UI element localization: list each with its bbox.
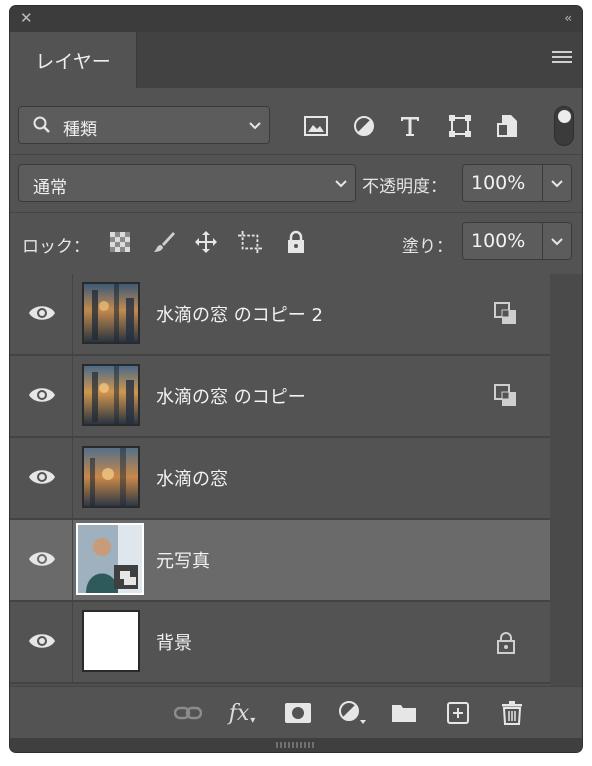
layer-row-selected[interactable]: 元写真: [10, 520, 550, 602]
fill-value[interactable]: 100%: [471, 230, 525, 252]
filter-shape-layers-icon[interactable]: [446, 112, 474, 140]
blend-mode-dropdown[interactable]: 通常: [18, 164, 356, 202]
toggle-knob: [558, 110, 571, 123]
filter-type-label: 種類: [63, 120, 97, 140]
lock-artboard-icon[interactable]: [238, 230, 262, 254]
new-group-folder-icon[interactable]: [390, 701, 418, 725]
layer-name[interactable]: 水滴の窓 のコピー 2: [156, 301, 323, 327]
layer-name[interactable]: 元写真: [156, 547, 210, 573]
close-icon[interactable]: ✕: [20, 9, 33, 27]
filter-type-layers-icon[interactable]: [396, 112, 424, 140]
layer-name[interactable]: 水滴の窓 のコピー: [156, 383, 306, 409]
filter-pixel-layers-icon[interactable]: [302, 112, 330, 140]
panel-menu-icon[interactable]: [552, 51, 572, 67]
lock-icon[interactable]: [494, 630, 518, 654]
layer-thumbnail-rain-window: [82, 446, 140, 508]
layer-thumbnail-rain-window: [82, 364, 140, 426]
add-mask-icon[interactable]: [284, 701, 312, 725]
smart-object-icon: [494, 384, 516, 406]
layer-style-fx-icon[interactable]: fx ▾: [228, 701, 256, 726]
layer-thumbnail-rain-window: [82, 282, 140, 344]
tab-bar: レイヤー: [10, 32, 582, 88]
divider: [10, 212, 582, 213]
delete-trash-icon[interactable]: [498, 701, 526, 725]
eye-visibility-icon[interactable]: [28, 466, 56, 488]
smart-object-icon: [494, 302, 516, 324]
chevron-down-icon: [249, 122, 261, 130]
lock-transparent-pixels-icon[interactable]: [108, 230, 132, 254]
lock-label: ロック：: [22, 237, 90, 257]
opacity-value[interactable]: 100%: [471, 172, 525, 194]
layer-row[interactable]: 背景: [10, 602, 550, 684]
filter-toggle-switch[interactable]: [554, 106, 574, 146]
eye-visibility-icon[interactable]: [28, 302, 56, 324]
opacity-field[interactable]: 100%: [462, 164, 572, 202]
layer-row[interactable]: 水滴の窓 のコピー 2: [10, 274, 550, 356]
filter-smart-objects-icon[interactable]: [494, 112, 522, 140]
fill-field[interactable]: 100%: [462, 222, 572, 260]
eye-visibility-icon[interactable]: [28, 384, 56, 406]
collapse-icon[interactable]: ‹‹: [564, 11, 571, 25]
layer-row[interactable]: 水滴の窓: [10, 438, 550, 520]
chevron-down-icon: [335, 180, 347, 188]
layers-scrollbar[interactable]: [550, 274, 582, 686]
layer-thumbnail-person-photo: [76, 523, 144, 595]
bottom-toolbar: fx ▾: [10, 686, 582, 739]
lock-position-move-icon[interactable]: [194, 230, 218, 254]
layers-panel: ✕ ‹‹ レイヤー 種類 通常 不透明度： 100% ロック： 塗り： 100%…: [10, 6, 582, 752]
layer-row[interactable]: 水滴の窓 のコピー: [10, 356, 550, 438]
layer-thumbnail-white: [82, 610, 140, 672]
lock-all-icon[interactable]: [284, 230, 308, 254]
panel-title-bar: ✕ ‹‹: [10, 6, 582, 32]
layer-name[interactable]: 水滴の窓: [156, 465, 228, 491]
lock-image-pixels-brush-icon[interactable]: [152, 230, 176, 254]
new-layer-icon[interactable]: [444, 701, 472, 725]
divider: [10, 154, 582, 155]
filter-adjustment-layers-icon[interactable]: [350, 112, 378, 140]
layer-name[interactable]: 背景: [156, 629, 192, 655]
search-icon: [33, 116, 50, 133]
fill-label: 塗り：: [402, 237, 453, 257]
link-layers-icon[interactable]: [174, 701, 202, 725]
eye-visibility-icon[interactable]: [28, 548, 56, 570]
tab-layers[interactable]: レイヤー: [10, 32, 137, 88]
chevron-down-icon[interactable]: [551, 238, 563, 246]
resize-grip[interactable]: [10, 738, 582, 752]
chevron-down-icon[interactable]: [551, 180, 563, 188]
blend-mode-value: 通常: [33, 178, 67, 198]
adjustment-layer-icon[interactable]: [338, 701, 366, 725]
opacity-label: 不透明度：: [362, 177, 447, 197]
filter-type-dropdown[interactable]: 種類: [18, 106, 270, 144]
eye-visibility-icon[interactable]: [28, 630, 56, 652]
